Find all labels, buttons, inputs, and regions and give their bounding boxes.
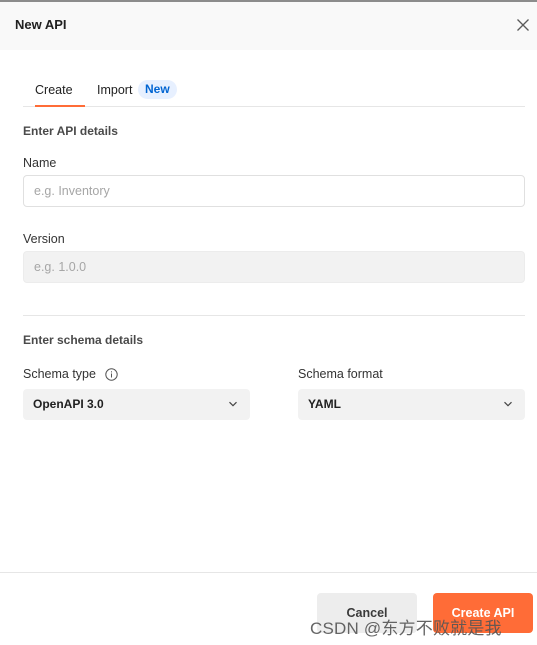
version-input[interactable] — [23, 251, 525, 283]
info-icon[interactable] — [105, 368, 118, 381]
schema-format-label: Schema format — [298, 367, 383, 381]
schema-type-value: OpenAPI 3.0 — [33, 397, 104, 411]
name-input[interactable] — [23, 175, 525, 207]
tab-import[interactable]: Import — [97, 83, 132, 97]
watermark-text: CSDN @东方不败就是我 — [310, 619, 502, 638]
api-details-heading: Enter API details — [23, 124, 118, 138]
schema-type-select[interactable]: OpenAPI 3.0 — [23, 389, 250, 420]
name-label: Name — [23, 156, 57, 170]
section-divider — [23, 315, 525, 316]
dialog-title: New API — [15, 17, 67, 32]
new-badge: New — [138, 80, 177, 99]
dialog-header: New API — [0, 2, 537, 50]
close-icon[interactable] — [515, 17, 531, 33]
tab-bar: Create Import New — [23, 80, 525, 107]
active-tab-indicator — [35, 105, 85, 107]
schema-format-value: YAML — [308, 397, 341, 411]
tab-create[interactable]: Create — [35, 83, 85, 107]
schema-type-label: Schema type — [23, 367, 96, 381]
tab-create-label: Create — [35, 83, 73, 97]
chevron-down-icon — [229, 401, 237, 407]
footer-divider — [0, 572, 537, 573]
tab-import-label: Import — [97, 83, 133, 97]
schema-format-select[interactable]: YAML — [298, 389, 525, 420]
version-label: Version — [23, 232, 65, 246]
schema-details-heading: Enter schema details — [23, 333, 144, 347]
chevron-down-icon — [504, 401, 512, 407]
